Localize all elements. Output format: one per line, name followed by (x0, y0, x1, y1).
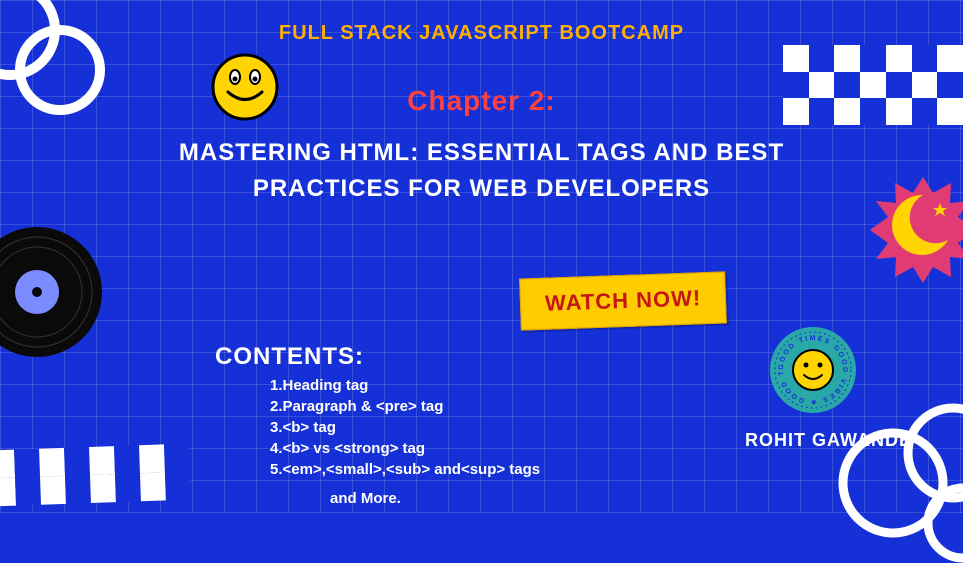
contents-list: 1.Heading tag 2.Paragraph & <pre> tag 3.… (270, 375, 540, 480)
contents-item: 5.<em>,<small>,<sub> and<sup> tags (270, 459, 540, 480)
contents-item: 4.<b> vs <strong> tag (270, 438, 540, 459)
title-line-2: PRACTICES FOR WEB DEVELOPERS (122, 171, 842, 207)
author-name: ROHIT GAWANDE (745, 430, 912, 451)
and-more-label: and More. (330, 490, 401, 507)
bootcamp-subtitle: FULL STACK JAVASCRIPT BOOTCAMP (279, 22, 684, 45)
moon-burst-icon (868, 175, 963, 285)
smiley-icon (210, 52, 280, 122)
vinyl-record-icon (0, 225, 105, 360)
title-line-1: MASTERING HTML: ESSENTIAL TAGS AND BEST (122, 135, 842, 171)
watch-now-button[interactable]: WATCH NOW! (519, 271, 727, 330)
chapter-label: Chapter 2: (407, 85, 555, 117)
contents-item: 1.Heading tag (270, 375, 540, 396)
checker-pattern-top-right (783, 45, 963, 125)
main-title: MASTERING HTML: ESSENTIAL TAGS AND BEST … (122, 135, 842, 207)
contents-heading: CONTENTS: (215, 343, 364, 371)
rings-decoration-top-left (0, 0, 120, 140)
contents-item: 3.<b> tag (270, 417, 540, 438)
checker-pattern-bottom-left (0, 444, 191, 507)
contents-item: 2.Paragraph & <pre> tag (270, 396, 540, 417)
rings-decoration-bottom-right (833, 383, 963, 563)
